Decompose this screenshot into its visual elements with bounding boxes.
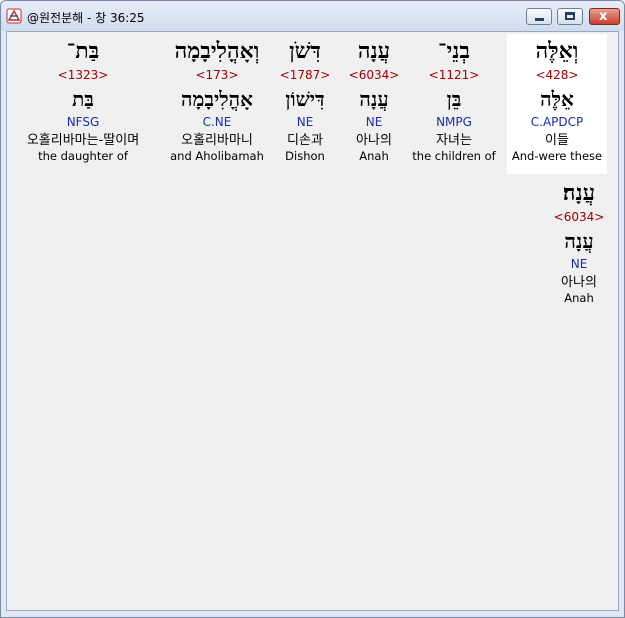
word-block[interactable]: עֲנָה׃ <6034> עֲנָה NE 아나의 Anah <box>529 176 624 306</box>
title-bar[interactable]: @원전분해 - 창 36:25 x <box>1 1 624 31</box>
english-gloss: and Aholibamah <box>170 149 264 163</box>
hebrew-lemma: אֵלֶּה <box>540 87 574 111</box>
hebrew-word: עֲנָה׃ <box>562 180 596 206</box>
window-bottom-border <box>1 611 624 617</box>
korean-gloss: 아나의 <box>561 275 597 290</box>
morphology-code: NFSG <box>66 115 100 129</box>
korean-gloss: 오홀리바마는-딸이며 <box>26 133 140 148</box>
maximize-button[interactable] <box>557 8 583 25</box>
minimize-button[interactable] <box>526 8 552 25</box>
hebrew-word: וְאָהֳלִיבָמָה <box>174 38 260 64</box>
strong-number[interactable]: <173> <box>157 68 277 84</box>
word-block[interactable]: וְאֵלֶּה <428> אֵלֶּה C.APDCP 이들 And-wer… <box>507 34 607 174</box>
close-button[interactable]: x <box>589 8 620 25</box>
app-window: @원전분해 - 창 36:25 x וְאֵלֶּה <428> אֵלֶּה … <box>0 0 625 618</box>
word-block[interactable]: בַּת־ <1323> בַּת NFSG 오홀리바마는-딸이며 the da… <box>9 34 157 164</box>
korean-gloss: 이들 <box>545 133 569 148</box>
korean-gloss: 오홀리바마니 <box>181 133 253 148</box>
maximize-icon <box>565 12 575 20</box>
strong-number[interactable]: <1323> <box>9 68 157 84</box>
hebrew-word: וְאֵלֶּה <box>535 38 579 64</box>
strong-number[interactable]: <428> <box>507 68 607 84</box>
morphology-code: C.APDCP <box>530 115 584 129</box>
word-block[interactable]: וְאָהֳלִיבָמָה <173> אָהֳלִיבָמָה C.NE 오… <box>157 34 277 164</box>
morphology-code: C.NE <box>202 115 232 129</box>
hebrew-lemma: אָהֳלִיבָמָה <box>181 87 253 111</box>
app-logo-icon <box>6 8 22 24</box>
morphology-code: NE <box>570 257 588 271</box>
hebrew-word: בַּת־ <box>66 38 100 64</box>
interlinear-panel[interactable]: וְאֵלֶּה <428> אֵלֶּה C.APDCP 이들 And-wer… <box>6 31 619 611</box>
english-gloss: And-were these <box>511 149 603 163</box>
hebrew-lemma: עֲנָה <box>564 229 594 253</box>
english-gloss: Anah <box>564 291 594 305</box>
english-gloss: the daughter of <box>38 149 128 163</box>
window-title: @원전분해 - 창 36:25 <box>27 11 145 25</box>
minimize-icon <box>535 18 544 21</box>
strong-number[interactable]: <6034> <box>529 210 624 226</box>
hebrew-lemma: בַּת <box>72 87 94 111</box>
close-icon: x <box>599 9 608 24</box>
